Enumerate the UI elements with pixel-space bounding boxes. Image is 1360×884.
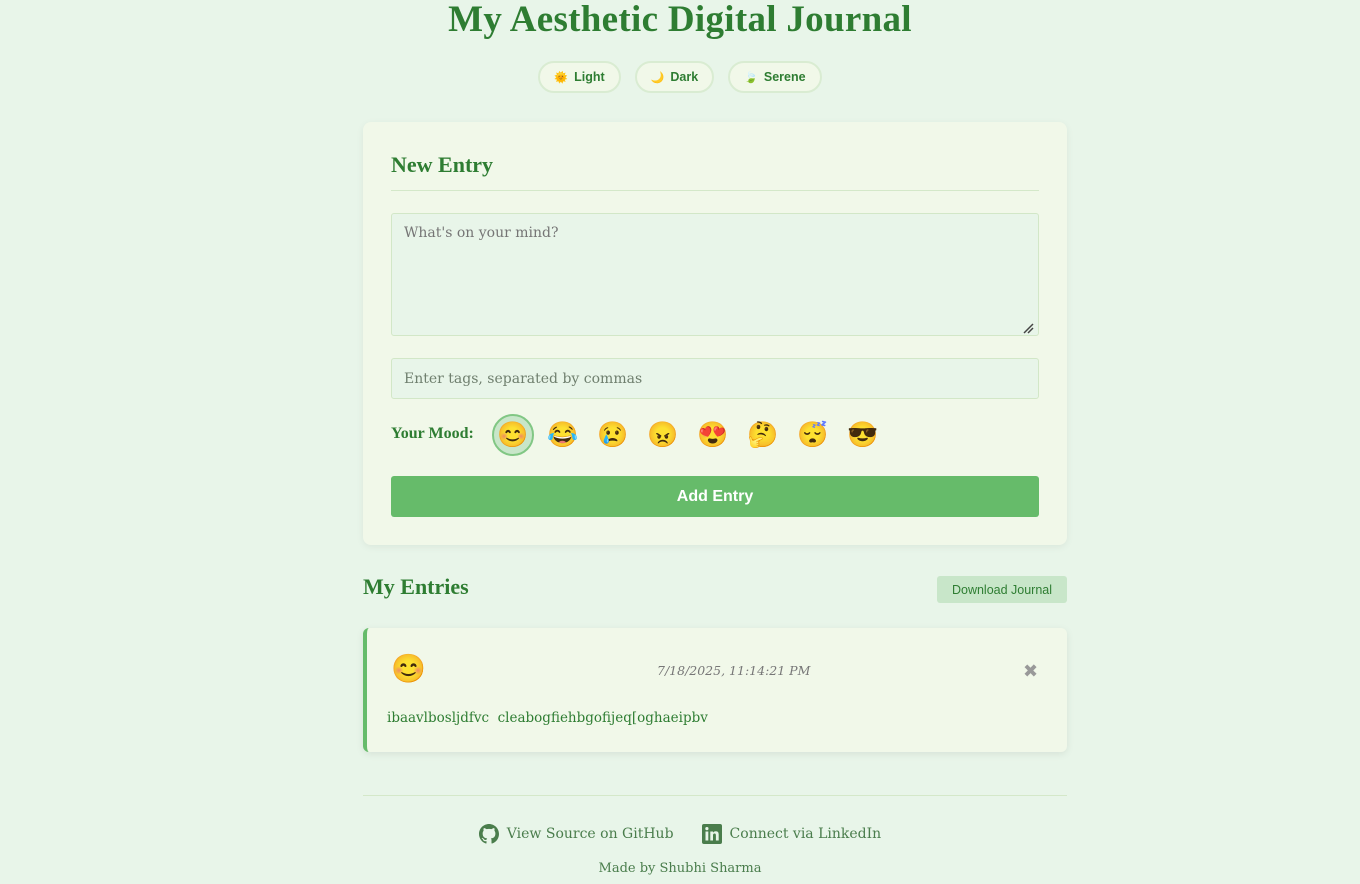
journal-entry: 😊 7/18/2025, 11:14:21 PM ✖ ibaavlbosljdf… xyxy=(363,628,1067,752)
github-link-label: View Source on GitHub xyxy=(506,826,674,842)
leaf-icon: 🍃 xyxy=(744,71,758,84)
resize-grip-icon[interactable] xyxy=(1022,322,1034,334)
mood-label: Your Mood: xyxy=(391,425,474,442)
linkedin-link[interactable]: Connect via LinkedIn xyxy=(701,824,882,844)
tags-input[interactable]: Enter tags, separated by commas xyxy=(391,358,1039,399)
app-root: My Aesthetic Digital Journal 🌞 Light 🌙 D… xyxy=(0,0,1360,884)
footer-divider xyxy=(363,795,1067,796)
footer-links: View Source on GitHub Connect via Linked… xyxy=(0,824,1360,844)
moon-icon: 🌙 xyxy=(650,71,665,84)
theme-serene-label: Serene xyxy=(763,70,806,84)
mood-love-button[interactable]: 😍 xyxy=(692,414,734,456)
github-icon xyxy=(478,824,499,844)
new-entry-card: New Entry Enter tags, separated by comma… xyxy=(363,122,1067,545)
new-entry-title: New Entry xyxy=(391,152,494,177)
theme-light-button[interactable]: 🌞 Light xyxy=(538,61,621,93)
github-link[interactable]: View Source on GitHub xyxy=(478,824,674,844)
entry-timestamp: 7/18/2025, 11:14:21 PM xyxy=(657,663,811,678)
tags-placeholder: Enter tags, separated by commas xyxy=(404,370,643,387)
entry-mood-icon: 😊 xyxy=(391,652,426,685)
delete-entry-icon[interactable]: ✖ xyxy=(1023,661,1038,682)
theme-serene-button[interactable]: 🍃 Serene xyxy=(728,61,822,93)
add-entry-button[interactable]: Add Entry xyxy=(391,476,1039,517)
mood-cool-button[interactable]: 😎 xyxy=(842,414,884,456)
theme-dark-button[interactable]: 🌙 Dark xyxy=(634,61,715,93)
mood-sleepy-button[interactable]: 😴 xyxy=(792,414,834,456)
sun-icon: 🌞 xyxy=(554,71,569,84)
entry-textarea[interactable] xyxy=(391,213,1039,336)
entries-title: My Entries xyxy=(363,574,469,599)
theme-dark-label: Dark xyxy=(670,70,699,84)
linkedin-icon xyxy=(701,824,722,844)
mood-happy-button[interactable]: 😊 xyxy=(492,414,534,456)
theme-switcher: 🌞 Light 🌙 Dark 🍃 Serene xyxy=(0,61,1360,93)
entry-text: ibaavlbosljdfvc cleabogfiehbgofijeq[ogha… xyxy=(387,710,708,726)
page-title: My Aesthetic Digital Journal xyxy=(448,0,912,40)
theme-light-label: Light xyxy=(574,70,605,84)
made-by-credit: Made by Shubhi Sharma xyxy=(598,861,762,876)
linkedin-link-label: Connect via LinkedIn xyxy=(729,826,882,842)
mood-thinking-button[interactable]: 🤔 xyxy=(742,414,784,456)
mood-sad-button[interactable]: 😢 xyxy=(592,414,634,456)
download-journal-button[interactable]: Download Journal xyxy=(937,576,1067,603)
mood-laughing-button[interactable]: 😂 xyxy=(542,414,584,456)
mood-angry-button[interactable]: 😠 xyxy=(642,414,684,456)
divider xyxy=(391,190,1039,191)
